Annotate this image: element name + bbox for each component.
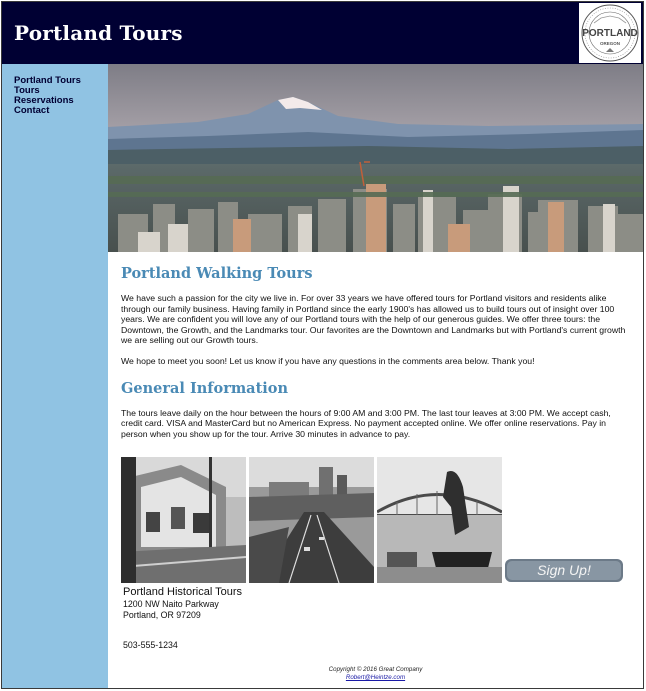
copyright-text: Copyright © 2016 Great Company [328, 666, 423, 673]
street-address: 1200 NW Naito Parkway [123, 599, 219, 609]
main-content: Portland Walking Tours We have such a pa… [121, 252, 631, 439]
nav-item: Contact [14, 106, 81, 116]
main-nav: Portland Tours Tours Reservations Contac… [14, 76, 81, 116]
historical-street-photo [121, 457, 246, 583]
phone-number: 503-555-1234 [123, 640, 178, 650]
historical-bridge-statue-photo [377, 457, 502, 583]
city-state-zip: Portland, OR 97209 [123, 610, 201, 620]
site-header: Portland Tours PORTLAND OREGON [2, 2, 643, 64]
historical-freeway-photo [249, 457, 374, 583]
logo-text-main: PORTLAND [582, 28, 638, 39]
sign-up-label: Sign Up! [537, 562, 591, 578]
hero-cityscape-image [108, 64, 643, 252]
company-name: Portland Historical Tours [123, 586, 243, 598]
general-information-heading: General Information [121, 379, 288, 397]
page-frame: Portland Tours PORTLAND OREGON Portland … [1, 1, 644, 689]
logo-text-sub: OREGON [600, 41, 620, 46]
nav-link-contact[interactable]: Contact [14, 106, 81, 116]
footer: Copyright © 2016 Great Company Robert@He… [108, 666, 643, 682]
sign-up-button[interactable]: Sign Up! [505, 559, 623, 582]
footer-email-link[interactable]: Robert@Heintze.com [346, 674, 405, 681]
walking-tours-closing-paragraph: We hope to meet you soon! Let us know if… [121, 355, 535, 366]
contact-address: Portland Historical Tours 1200 NW Naito … [123, 586, 242, 651]
walking-tours-heading: Portland Walking Tours [121, 265, 313, 282]
portland-oregon-seal-logo: PORTLAND OREGON [579, 3, 641, 63]
site-title: Portland Tours [14, 21, 183, 45]
sidebar: Portland Tours Tours Reservations Contac… [2, 64, 108, 688]
general-information-paragraph: The tours leave daily on the hour betwee… [121, 407, 611, 439]
walking-tours-paragraph: We have such a passion for the city we l… [121, 293, 626, 346]
